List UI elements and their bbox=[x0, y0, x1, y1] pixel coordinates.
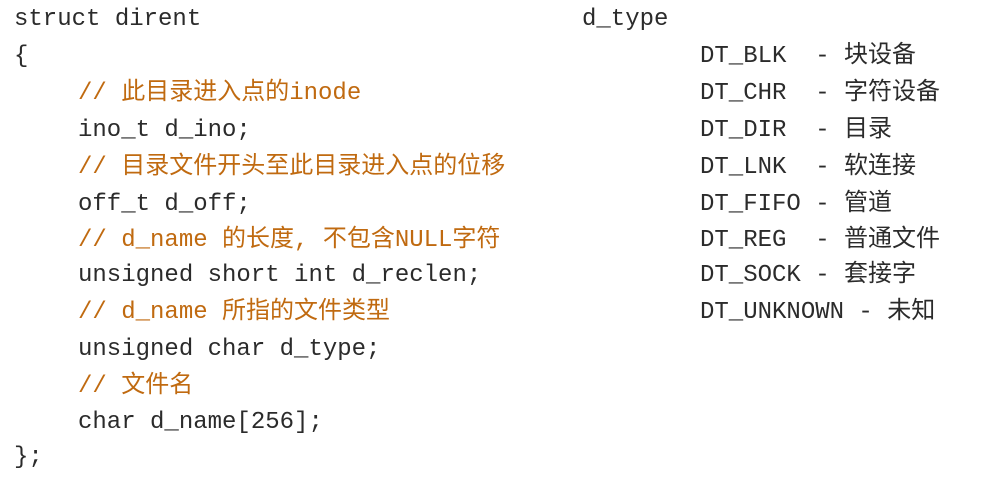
code-line-d-name: char d_name[256]; bbox=[78, 409, 323, 436]
code-line-d-type: unsigned char d_type; bbox=[78, 336, 381, 363]
comment-offset: // 目录文件开头至此目录进入点的位移 bbox=[78, 154, 506, 181]
comment-d-type: // d_name 所指的文件类型 bbox=[78, 299, 391, 326]
code-line-d-ino: ino_t d_ino; bbox=[78, 117, 251, 144]
d-type-item-fifo: DT_FIFO - 管道 bbox=[700, 191, 893, 218]
code-line-d-reclen: unsigned short int d_reclen; bbox=[78, 262, 482, 289]
code-line-struct-header: struct dirent bbox=[14, 6, 202, 33]
d-type-item-chr: DT_CHR - 字符设备 bbox=[700, 80, 941, 107]
code-line-close-brace: }; bbox=[14, 444, 43, 471]
d-type-title: d_type bbox=[582, 6, 669, 33]
comment-filename: // 文件名 bbox=[78, 373, 194, 400]
d-type-item-lnk: DT_LNK - 软连接 bbox=[700, 154, 917, 181]
d-type-item-unknown: DT_UNKNOWN - 未知 bbox=[700, 299, 936, 326]
d-type-item-reg: DT_REG - 普通文件 bbox=[700, 227, 941, 254]
d-type-item-dir: DT_DIR - 目录 bbox=[700, 117, 893, 144]
comment-reclen: // d_name 的长度, 不包含NULL字符 bbox=[78, 227, 501, 254]
code-line-open-brace: { bbox=[14, 43, 29, 70]
d-type-item-sock: DT_SOCK - 套接字 bbox=[700, 262, 917, 289]
d-type-item-blk: DT_BLK - 块设备 bbox=[700, 43, 917, 70]
code-line-d-off: off_t d_off; bbox=[78, 191, 251, 218]
comment-inode: // 此目录进入点的inode bbox=[78, 80, 362, 107]
